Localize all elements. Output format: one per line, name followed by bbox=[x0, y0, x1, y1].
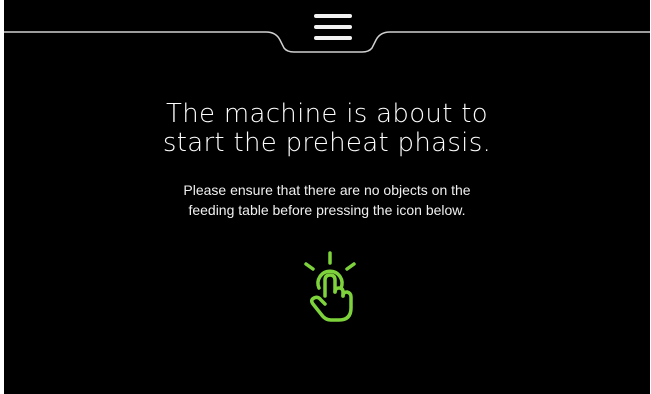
message-title: The machine is about to start the prehea… bbox=[27, 100, 627, 158]
message-title-line-2: start the preheat phasis. bbox=[162, 128, 492, 158]
touch-hand-icon bbox=[304, 251, 356, 322]
message-title-line-1: The machine is about to bbox=[166, 99, 488, 129]
menu-button[interactable] bbox=[306, 8, 356, 48]
message-body-line-1: Please ensure that there are no objects … bbox=[183, 182, 471, 198]
top-bar bbox=[4, 0, 650, 60]
menu-icon-bar-bottom bbox=[314, 36, 352, 40]
menu-icon-bar-top bbox=[314, 14, 352, 18]
message-panel: The machine is about to start the prehea… bbox=[4, 100, 650, 220]
start-preheat-button[interactable] bbox=[297, 250, 361, 326]
message-body: Please ensure that there are no objects … bbox=[4, 180, 650, 220]
message-body-line-2: feeding table before pressing the icon b… bbox=[188, 202, 466, 218]
menu-icon-bar-middle bbox=[314, 25, 352, 29]
app-screen: The machine is about to start the prehea… bbox=[4, 0, 650, 394]
